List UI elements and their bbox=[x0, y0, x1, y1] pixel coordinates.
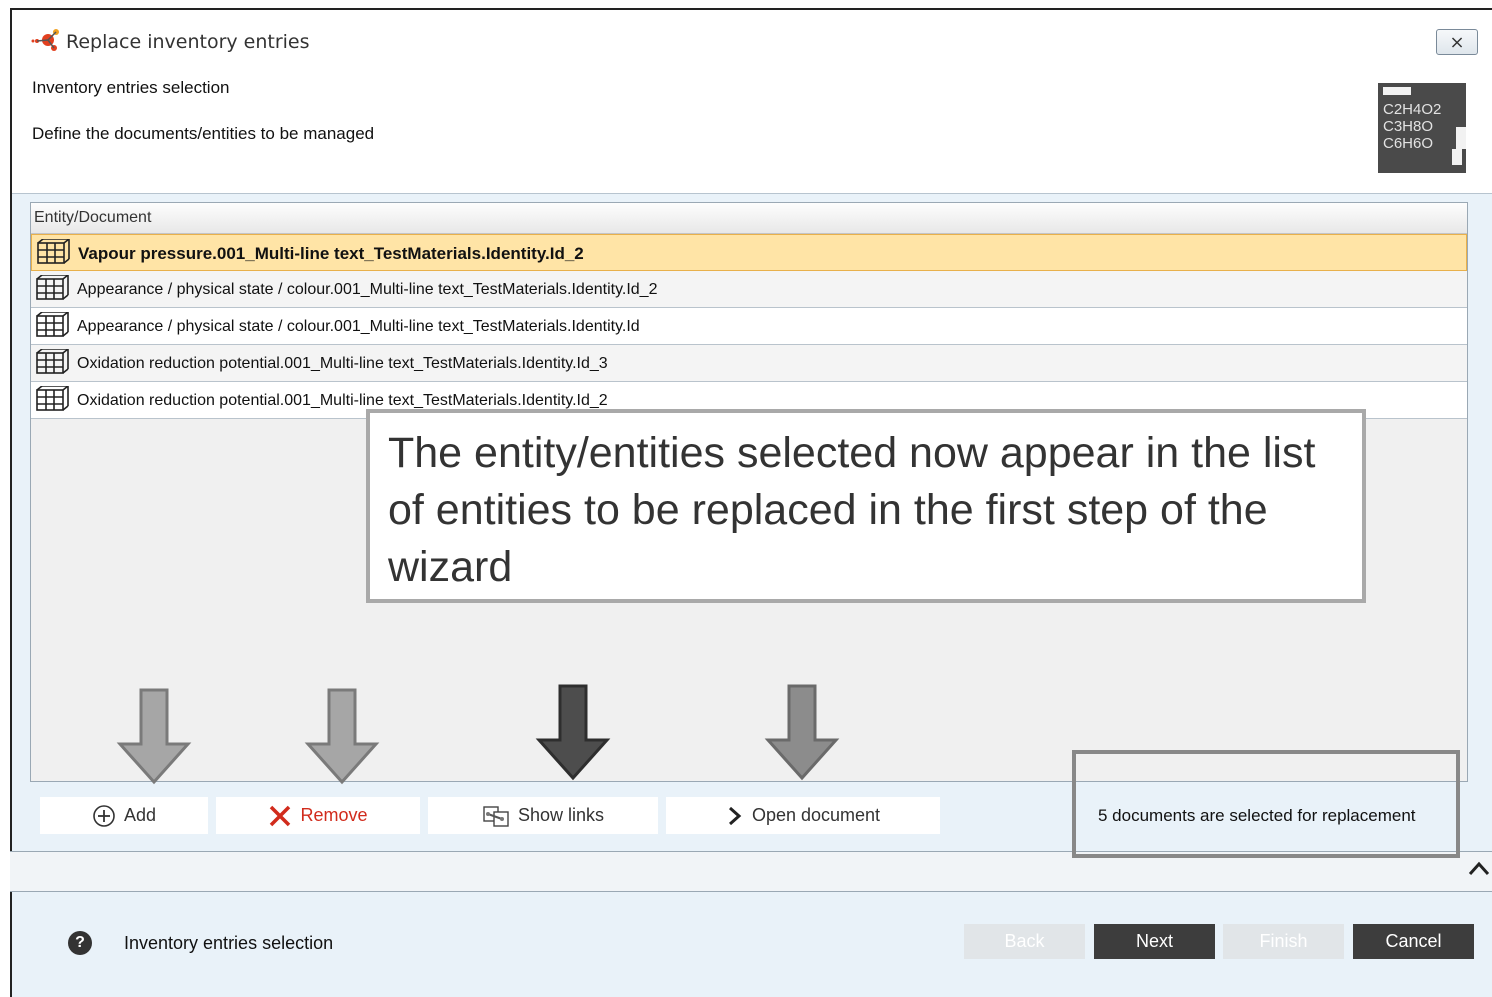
remove-label: Remove bbox=[300, 805, 368, 825]
logo-line: C2H4O2 bbox=[1383, 101, 1442, 118]
logo-side-bar bbox=[1456, 127, 1466, 149]
back-button[interactable]: Back bbox=[964, 924, 1085, 959]
arrow-down-icon bbox=[764, 684, 840, 781]
logo-bar bbox=[1383, 87, 1411, 95]
row-label: Vapour pressure.001_Multi-line text_Test… bbox=[78, 244, 584, 263]
molecule-icon bbox=[31, 29, 59, 51]
add-circle-icon bbox=[92, 804, 116, 828]
row-label: Appearance / physical state / colour.001… bbox=[77, 318, 640, 335]
column-header-entity-document[interactable]: Entity/Document bbox=[31, 203, 1467, 234]
arrow-down-icon bbox=[535, 684, 611, 781]
remove-x-icon bbox=[268, 805, 292, 827]
step-title: Inventory entries selection bbox=[32, 78, 230, 97]
entity-grid-icon bbox=[36, 275, 69, 300]
entity-grid-icon bbox=[36, 312, 69, 337]
annotation-callout: The entity/entities selected now appear … bbox=[366, 409, 1366, 603]
close-button[interactable]: ⨯ bbox=[1436, 29, 1478, 55]
entity-grid-icon bbox=[36, 386, 69, 411]
links-icon bbox=[482, 804, 510, 828]
table-row[interactable]: Appearance / physical state / colour.001… bbox=[31, 271, 1467, 308]
logo-line: C3H8O bbox=[1383, 118, 1434, 135]
finish-button[interactable]: Finish bbox=[1223, 924, 1344, 959]
arrow-down-icon bbox=[304, 688, 380, 785]
show-links-button[interactable]: Show links bbox=[428, 797, 658, 834]
help-icon[interactable]: ? bbox=[68, 931, 92, 955]
next-button[interactable]: Next bbox=[1094, 924, 1215, 959]
row-label: Oxidation reduction potential.001_Multi-… bbox=[77, 392, 608, 409]
entity-grid-icon bbox=[36, 349, 69, 374]
table-row[interactable]: Oxidation reduction potential.001_Multi-… bbox=[31, 345, 1467, 382]
logo-side-bar bbox=[1452, 149, 1462, 165]
table-row[interactable]: Appearance / physical state / colour.001… bbox=[31, 308, 1467, 345]
annotation-highlight-box bbox=[1072, 750, 1460, 858]
row-label: Oxidation reduction potential.001_Multi-… bbox=[77, 355, 608, 372]
wizard-header: Inventory entries selection Define the d… bbox=[12, 58, 1492, 194]
open-document-button[interactable]: Open document bbox=[666, 797, 940, 834]
close-icon: ⨯ bbox=[1449, 31, 1465, 52]
open-document-label: Open document bbox=[751, 805, 881, 825]
remove-button[interactable]: Remove bbox=[216, 797, 420, 834]
chevron-up-icon[interactable] bbox=[1468, 860, 1490, 876]
footer-step-label: Inventory entries selection bbox=[124, 933, 334, 953]
add-button[interactable]: Add bbox=[40, 797, 208, 834]
step-description: Define the documents/entities to be mana… bbox=[32, 124, 375, 143]
show-links-label: Show links bbox=[517, 805, 605, 825]
row-label: Appearance / physical state / colour.001… bbox=[77, 281, 658, 298]
window-title: Replace inventory entries bbox=[66, 31, 310, 53]
entity-grid-icon bbox=[37, 239, 70, 264]
add-label: Add bbox=[123, 805, 157, 825]
chemical-logo: C2H4O2 C3H8O C6H6O bbox=[1378, 83, 1466, 173]
chevron-right-icon bbox=[726, 806, 744, 826]
arrow-down-icon bbox=[116, 688, 192, 785]
table-row[interactable]: Vapour pressure.001_Multi-line text_Test… bbox=[31, 234, 1467, 271]
cancel-button[interactable]: Cancel bbox=[1353, 924, 1474, 959]
